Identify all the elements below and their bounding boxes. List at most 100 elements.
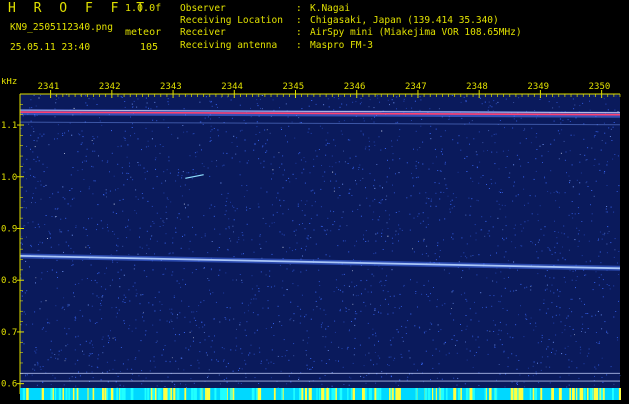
noise-speck bbox=[101, 300, 102, 302]
baseband-spike bbox=[222, 388, 225, 400]
noise-speck bbox=[381, 229, 383, 231]
noise-speck bbox=[399, 129, 401, 131]
noise-speck bbox=[375, 332, 376, 334]
noise-speck bbox=[83, 179, 85, 180]
noise-speck bbox=[352, 270, 353, 272]
noise-speck bbox=[535, 322, 537, 324]
noise-speck bbox=[496, 252, 497, 254]
noise-speck bbox=[50, 356, 52, 358]
noise-speck bbox=[363, 365, 365, 367]
noise-speck bbox=[422, 220, 424, 222]
noise-speck bbox=[348, 309, 350, 311]
noise-speck bbox=[536, 133, 538, 134]
noise-speck bbox=[567, 315, 569, 317]
noise-speck bbox=[246, 190, 248, 192]
noise-speck bbox=[60, 218, 62, 220]
noise-speck bbox=[273, 363, 275, 364]
noise-speck bbox=[501, 344, 503, 346]
noise-speck bbox=[594, 135, 596, 136]
noise-speck bbox=[315, 291, 317, 293]
noise-speck bbox=[551, 302, 553, 304]
noise-speck bbox=[124, 101, 126, 102]
noise-speck bbox=[216, 359, 217, 361]
noise-speck bbox=[600, 149, 602, 151]
noise-speck bbox=[74, 283, 76, 285]
noise-speck bbox=[300, 200, 302, 202]
noise-speck bbox=[63, 297, 65, 299]
noise-speck bbox=[456, 352, 458, 354]
noise-speck bbox=[544, 177, 546, 179]
noise-speck bbox=[129, 229, 131, 231]
noise-speck bbox=[564, 192, 566, 194]
noise-speck bbox=[439, 256, 440, 258]
noise-speck bbox=[43, 171, 45, 173]
noise-speck bbox=[284, 355, 286, 357]
baseband-spike bbox=[92, 388, 95, 400]
noise-speck bbox=[168, 103, 170, 105]
noise-speck bbox=[96, 322, 98, 323]
noise-speck bbox=[198, 362, 200, 364]
noise-speck bbox=[245, 335, 247, 337]
noise-speck bbox=[559, 291, 561, 293]
noise-speck bbox=[151, 130, 153, 132]
noise-speck bbox=[615, 95, 617, 97]
noise-speck bbox=[109, 369, 111, 371]
noise-speck bbox=[298, 153, 300, 155]
noise-speck bbox=[370, 303, 372, 305]
noise-speck bbox=[385, 280, 387, 281]
noise-speck bbox=[293, 269, 295, 271]
noise-speck bbox=[206, 354, 208, 356]
noise-speck bbox=[453, 205, 455, 207]
noise-speck bbox=[246, 206, 247, 208]
noise-speck bbox=[32, 221, 34, 223]
noise-speck bbox=[517, 269, 518, 271]
noise-speck bbox=[30, 246, 32, 248]
noise-speck bbox=[356, 183, 358, 185]
noise-speck bbox=[552, 341, 554, 343]
noise-speck bbox=[88, 218, 89, 220]
noise-speck bbox=[513, 185, 515, 187]
noise-speck bbox=[64, 327, 66, 329]
noise-speck bbox=[57, 133, 59, 135]
noise-speck bbox=[489, 235, 491, 237]
noise-speck bbox=[80, 143, 82, 145]
noise-speck bbox=[453, 319, 455, 321]
noise-speck bbox=[373, 314, 375, 315]
noise-speck bbox=[269, 132, 271, 134]
noise-speck bbox=[400, 306, 402, 307]
noise-speck bbox=[602, 288, 604, 289]
noise-speck bbox=[306, 364, 308, 366]
noise-speck bbox=[319, 377, 321, 379]
noise-speck bbox=[547, 191, 549, 192]
noise-speck bbox=[169, 172, 171, 174]
baseband-spike bbox=[77, 388, 79, 400]
baseband-spike bbox=[168, 388, 171, 400]
noise-speck bbox=[134, 264, 136, 266]
noise-speck bbox=[262, 145, 264, 147]
noise-speck bbox=[292, 283, 294, 285]
noise-speck bbox=[210, 118, 211, 120]
noise-speck bbox=[529, 195, 531, 197]
noise-speck bbox=[259, 351, 261, 353]
noise-speck bbox=[618, 251, 620, 252]
noise-speck bbox=[432, 367, 434, 369]
noise-speck bbox=[354, 318, 356, 320]
noise-speck bbox=[374, 352, 376, 353]
noise-speck bbox=[434, 182, 436, 184]
noise-speck bbox=[365, 187, 366, 189]
noise-speck bbox=[516, 120, 518, 122]
noise-speck bbox=[90, 264, 92, 266]
y-tick-label: 1.0 bbox=[1, 173, 17, 183]
noise-speck bbox=[319, 308, 321, 310]
noise-speck bbox=[373, 185, 375, 187]
noise-speck bbox=[606, 206, 608, 207]
noise-speck bbox=[598, 238, 599, 240]
noise-speck bbox=[125, 296, 127, 298]
noise-speck bbox=[329, 165, 331, 167]
noise-speck bbox=[378, 202, 380, 204]
noise-speck bbox=[617, 339, 619, 341]
noise-speck bbox=[327, 132, 329, 134]
noise-speck bbox=[355, 311, 356, 313]
noise-speck bbox=[439, 219, 441, 221]
noise-speck bbox=[414, 100, 416, 102]
